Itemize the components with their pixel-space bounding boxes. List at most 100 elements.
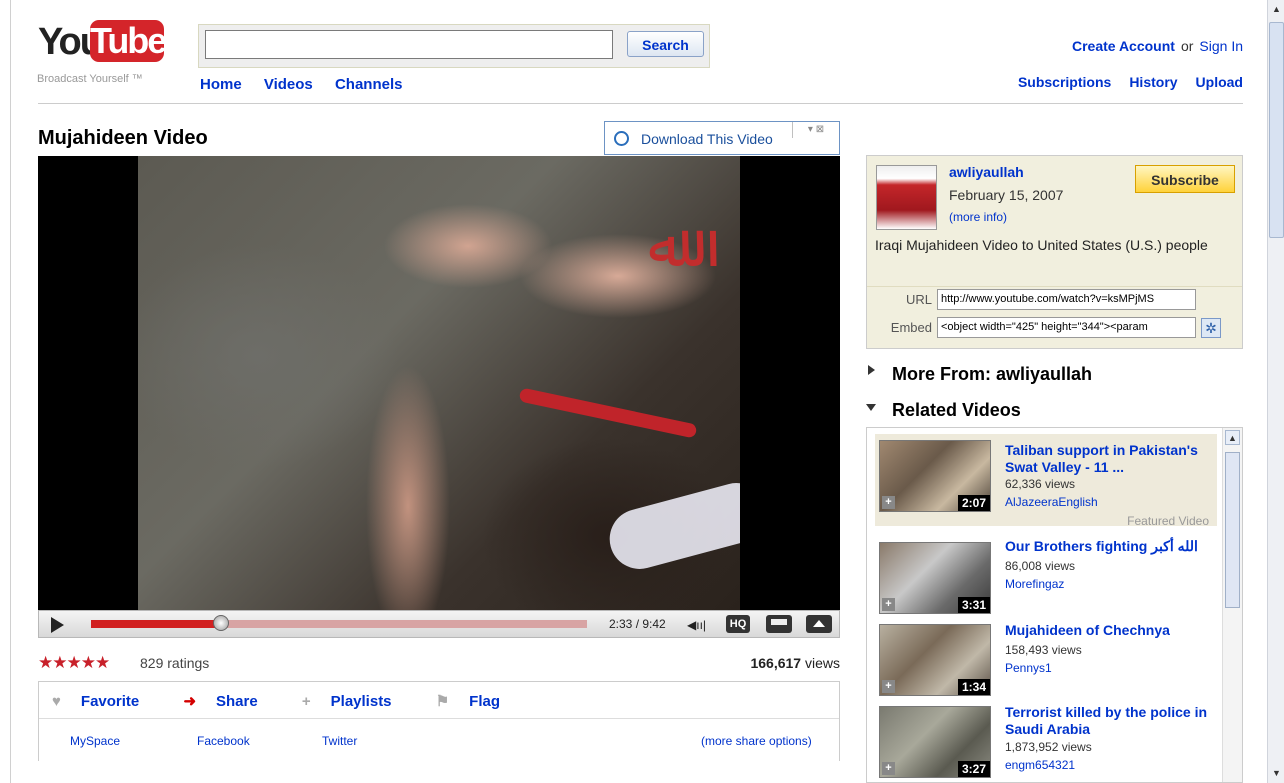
progress-track[interactable] (91, 615, 587, 631)
gear-icon[interactable]: ✲ (1201, 318, 1221, 338)
download-box-controls[interactable]: ▾ ⊠ (792, 122, 839, 138)
view-count: 166,617 views (750, 655, 840, 671)
hq-button[interactable]: HQ (726, 615, 750, 633)
expand-arrow-icon[interactable] (868, 365, 875, 375)
youtube-logo[interactable]: You Tube (38, 20, 168, 68)
history-link[interactable]: History (1129, 74, 1177, 90)
nav-home[interactable]: Home (200, 76, 242, 93)
related-views: 86,008 views (1005, 559, 1076, 573)
related-thumbnail[interactable]: + 3:27 (879, 706, 991, 778)
related-item[interactable]: + 3:27 Terrorist killed by the police in… (875, 700, 1215, 782)
create-account-link[interactable]: Create Account (1072, 38, 1175, 54)
video-description: Iraqi Mujahideen Video to United States … (875, 237, 1208, 253)
arrow-right-icon: ➜ (183, 693, 197, 710)
related-item-featured[interactable]: + 2:07 Taliban support in Pakistan's Swa… (875, 434, 1217, 528)
play-icon[interactable] (51, 617, 64, 633)
duration-badge: 2:07 (957, 495, 990, 511)
volume-icon[interactable]: ◀ıı| (687, 618, 706, 632)
video-player[interactable]: ﷲ (38, 156, 840, 610)
related-views: 158,493 views (1005, 643, 1082, 657)
upload-link[interactable]: Upload (1196, 74, 1243, 90)
embed-field[interactable]: <object width="425" height="344"><param (937, 317, 1196, 338)
more-info-link[interactable]: (more info) (949, 210, 1007, 224)
more-share-options-link[interactable]: (more share options) (701, 734, 812, 748)
duration-badge: 3:31 (957, 597, 990, 613)
action-tabs: ♥ Favorite ➜ Share + Playlists ⚑ Flag (52, 692, 540, 710)
page-scrollbar[interactable]: ▲ ▼ (1267, 0, 1284, 783)
share-tab[interactable]: ➜ Share (183, 693, 277, 710)
page-scroll-down-icon[interactable]: ▼ (1269, 766, 1284, 781)
video-frame[interactable]: ﷲ (138, 156, 740, 610)
related-user-link[interactable]: engm654321 (1005, 758, 1075, 772)
add-to-quicklist-icon[interactable]: + (882, 598, 895, 611)
nav-videos[interactable]: Videos (264, 76, 313, 93)
scroll-up-icon[interactable]: ▲ (1225, 430, 1240, 445)
related-title-link[interactable]: Our Brothers fighting الله أكبر (1005, 538, 1215, 555)
url-field[interactable]: http://www.youtube.com/watch?v=ksMPjMS (937, 289, 1196, 310)
video-white-cloth (602, 476, 740, 576)
related-title-link[interactable]: Terrorist killed by the police in Saudi … (1005, 704, 1215, 738)
subscribe-button[interactable]: Subscribe (1135, 165, 1235, 193)
related-title-link[interactable]: Taliban support in Pakistan's Swat Valle… (1005, 442, 1215, 476)
embed-row: Embed <object width="425" height="344"><… (867, 315, 1242, 341)
logo-tube-text: Tube (90, 20, 167, 62)
share-twitter-link[interactable]: Twitter (322, 734, 357, 748)
related-item[interactable]: + 1:34 Mujahideen of Chechnya 158,493 vi… (875, 618, 1215, 710)
rating-stars[interactable]: ★★★★★ (38, 653, 110, 673)
more-from-heading[interactable]: More From: awliyaullah (892, 364, 1092, 385)
share-facebook-link[interactable]: Facebook (197, 734, 250, 748)
embed-label: Embed (890, 320, 932, 335)
add-to-quicklist-icon[interactable]: + (882, 762, 895, 775)
ratings-count: 829 ratings (140, 655, 210, 671)
nav-channels[interactable]: Channels (335, 76, 403, 93)
collapse-arrow-icon[interactable] (866, 404, 876, 411)
channel-avatar[interactable] (876, 165, 937, 230)
related-scroll-thumb[interactable] (1225, 452, 1240, 608)
flag-icon: ⚑ (435, 693, 450, 710)
share-myspace-link[interactable]: MySpace (70, 734, 120, 748)
related-user-link[interactable]: AlJazeeraEnglish (1005, 495, 1098, 509)
favorite-label: Favorite (80, 693, 140, 710)
url-label: URL (905, 292, 932, 307)
related-thumbnail[interactable]: + 1:34 (879, 624, 991, 696)
download-video-box[interactable]: Download This Video ▾ ⊠ (604, 121, 840, 155)
action-panel: ♥ Favorite ➜ Share + Playlists ⚑ Flag MySpac… (38, 681, 840, 761)
subscriptions-link[interactable]: Subscriptions (1018, 74, 1111, 90)
add-to-quicklist-icon[interactable]: + (882, 680, 895, 693)
video-title: Mujahideen Video (38, 127, 208, 149)
channel-name-link[interactable]: awliyaullah (949, 164, 1024, 180)
related-thumbnail[interactable]: + 3:31 (879, 542, 991, 614)
search-input[interactable] (205, 30, 613, 59)
or-text: or (1180, 38, 1194, 54)
views-number: 166,617 (750, 655, 802, 671)
page-scroll-up-icon[interactable]: ▲ (1269, 2, 1284, 17)
related-thumbnail[interactable]: + 2:07 (879, 440, 991, 512)
sign-in-link[interactable]: Sign In (1199, 38, 1243, 54)
download-video-link[interactable]: Download This Video (641, 131, 773, 147)
related-item[interactable]: + 3:31 Our Brothers fighting الله أكبر 8… (875, 536, 1215, 628)
fullscreen-icon[interactable] (806, 615, 832, 633)
favorite-tab[interactable]: ♥ Favorite (52, 693, 159, 710)
flag-tab[interactable]: ⚑ Flag (436, 693, 520, 710)
related-user-link[interactable]: Pennys1 (1005, 661, 1052, 675)
related-user-link[interactable]: Morefingaz (1005, 577, 1064, 591)
widescreen-icon[interactable] (766, 615, 792, 633)
views-label: views (804, 655, 840, 671)
channel-info-box: awliyaullah February 15, 2007 (more info… (866, 155, 1243, 349)
user-nav: Subscriptions History Upload (1000, 74, 1243, 90)
related-videos-heading[interactable]: Related Videos (892, 400, 1021, 421)
video-red-cable (518, 387, 698, 439)
search-button[interactable]: Search (627, 31, 704, 57)
download-icon (614, 131, 629, 146)
duration-badge: 3:27 (957, 761, 990, 777)
video-calligraphy: ﷲ (648, 211, 684, 281)
page-scroll-thumb[interactable] (1269, 22, 1284, 238)
playlists-tab[interactable]: + Playlists (302, 693, 412, 710)
add-to-quicklist-icon[interactable]: + (882, 496, 895, 509)
related-title-link[interactable]: Mujahideen of Chechnya (1005, 622, 1215, 639)
related-videos-list: + 2:07 Taliban support in Pakistan's Swa… (866, 427, 1243, 783)
heart-icon: ♥ (52, 693, 61, 710)
related-scrollbar[interactable]: ▲ (1222, 428, 1242, 782)
progress-knob[interactable] (213, 615, 230, 631)
url-row: URL http://www.youtube.com/watch?v=ksMPj… (867, 286, 1242, 313)
